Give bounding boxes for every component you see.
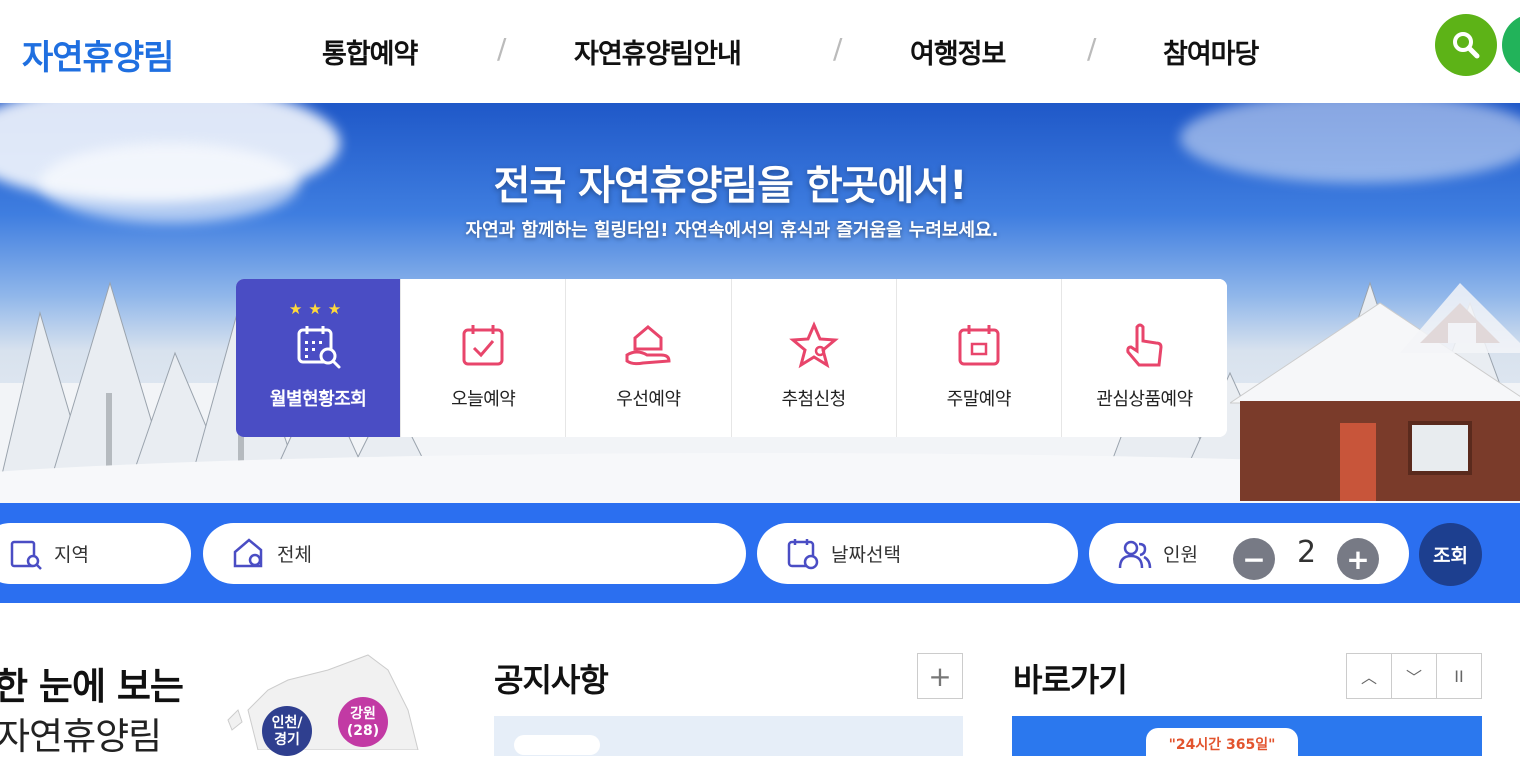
nav-separator: / <box>833 32 843 65</box>
calendar-clock-icon <box>787 538 819 569</box>
extra-menu-button[interactable] <box>1502 14 1520 76</box>
nav-separator: / <box>1087 32 1097 65</box>
nav-separator: / <box>497 32 507 65</box>
quick-label: 추첨신청 <box>781 389 846 410</box>
quick-label: 오늘예약 <box>451 389 516 410</box>
quick-label: 관심상품예약 <box>1096 389 1193 410</box>
calendar-search-icon <box>297 326 341 369</box>
quick-label: 주말예약 <box>946 389 1012 410</box>
nav-forest-info[interactable]: 자연휴양림안내 <box>574 32 742 71</box>
quick-priority-reservation[interactable]: 우선예약 <box>566 279 732 437</box>
region-gangwon[interactable]: 강원 (28) <box>338 697 388 747</box>
increase-people-button[interactable]: + <box>1337 538 1379 580</box>
search-icon <box>1453 32 1480 59</box>
stars-decoration: ★★★ <box>288 300 348 318</box>
map-section-title: 한 눈에 보는 <box>0 665 184 708</box>
notice-title: 공지사항 <box>494 661 609 699</box>
hero-subtitle: 자연과 함께하는 힐링타임! 자연속에서의 휴식과 즐거움을 누려보세요. <box>465 220 999 241</box>
date-label: 날짜선택 <box>831 544 901 566</box>
nav-integrated-reservation[interactable]: 통합예약 <box>322 32 418 71</box>
notice-tab[interactable] <box>514 735 600 755</box>
carousel-prev-button[interactable]: ︿ <box>1347 654 1392 698</box>
nav-travel-info[interactable]: 여행정보 <box>910 32 1006 71</box>
region-select[interactable]: 지역 <box>0 523 191 584</box>
region-label: 지역 <box>54 544 89 566</box>
submit-search-button[interactable]: 조회 <box>1419 523 1482 586</box>
area-label: 전체 <box>277 544 312 566</box>
search-button[interactable] <box>1435 14 1497 76</box>
quick-weekend-reservation[interactable]: 주말예약 <box>896 279 1062 437</box>
house-location-icon <box>233 537 263 567</box>
people-field: 인원 − 2 + <box>1089 523 1409 584</box>
search-bar: 지역 전체 날짜선택 인원 − 2 + 조회 <box>0 503 1520 603</box>
quicklink-title: 바로가기 <box>1013 661 1128 699</box>
quicklink-banner[interactable]: "24시간 365일" <box>1012 716 1482 756</box>
hero-title: 전국 자연휴양림을 한곳에서! <box>493 163 968 209</box>
calendar-check-icon <box>462 325 504 366</box>
region-incheon-gyeonggi[interactable]: 인천/경기 <box>262 706 312 756</box>
quick-label: 우선예약 <box>616 389 681 410</box>
calendar-weekend-icon <box>958 325 1000 366</box>
map-section-subtitle: 자연휴양림 <box>0 715 162 758</box>
korea-map-illustration <box>227 654 419 750</box>
star-person-icon <box>788 321 839 369</box>
nav-participation[interactable]: 참여마당 <box>1163 32 1259 71</box>
map-search-icon <box>10 540 42 570</box>
banner-text: "24시간 365일" <box>1146 728 1298 756</box>
date-select[interactable]: 날짜선택 <box>757 523 1078 584</box>
decrease-people-button[interactable]: − <box>1233 538 1275 580</box>
quick-menu: ★★★ 월별현황조회 오늘예약 우선예약 추첨신청 주말예약 관심상품예약 <box>236 279 1227 437</box>
carousel-next-button[interactable]: ﹀ <box>1392 654 1437 698</box>
people-count: 2 <box>1297 535 1317 570</box>
hand-house-icon <box>625 325 671 366</box>
area-select[interactable]: 전체 <box>203 523 746 584</box>
pointer-hand-icon <box>1126 323 1163 367</box>
site-header: 자연휴양림 통합예약 / 자연휴양림안내 / 여행정보 / 참여마당 <box>0 0 1520 103</box>
quick-interest-reservation[interactable]: 관심상품예약 <box>1061 279 1227 437</box>
site-logo[interactable]: 자연휴양림 <box>22 30 174 79</box>
notice-more-button[interactable]: + <box>917 653 963 699</box>
carousel-pause-button[interactable]: II <box>1437 654 1481 698</box>
quick-today-reservation[interactable]: 오늘예약 <box>401 279 567 437</box>
people-icon <box>1118 540 1152 568</box>
quick-label: 월별현황조회 <box>269 389 367 410</box>
quick-lottery-application[interactable]: 추첨신청 <box>731 279 897 437</box>
people-label: 인원 <box>1163 544 1198 566</box>
carousel-controls: ︿ ﹀ II <box>1346 653 1482 699</box>
quick-monthly-status[interactable]: ★★★ 월별현황조회 <box>236 279 402 437</box>
cabin-illustration <box>1230 283 1520 501</box>
